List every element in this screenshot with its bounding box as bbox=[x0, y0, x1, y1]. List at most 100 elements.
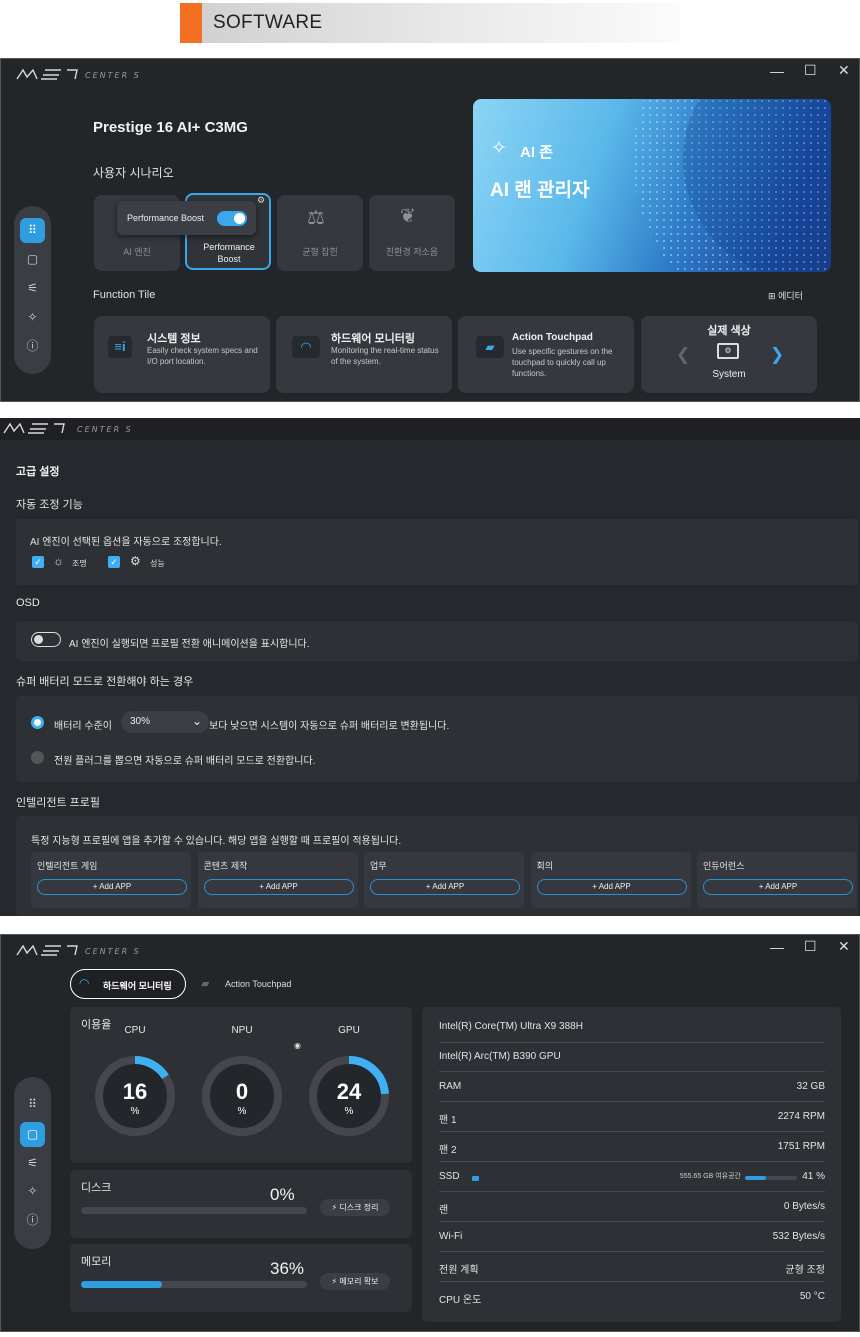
sidebar-hardware-icon[interactable]: ▢ bbox=[20, 247, 45, 272]
minimize-button[interactable]: — bbox=[770, 63, 784, 79]
chevron-right-icon[interactable]: ❯ bbox=[770, 345, 784, 365]
tile-title: 시스템 정보 bbox=[147, 333, 201, 345]
detail-value: 1751 RPM bbox=[777, 1141, 825, 1152]
minimize-button[interactable]: — bbox=[770, 939, 784, 955]
scenario-card-eco-silent[interactable]: ❦ 친환경 저소음 bbox=[369, 195, 455, 271]
lighting-checkbox[interactable]: ✓ bbox=[32, 556, 44, 568]
sidebar-settings-icon[interactable]: ⚟ bbox=[20, 1151, 45, 1176]
performance-label: 성능 bbox=[150, 559, 165, 568]
add-app-button[interactable]: + Add APP bbox=[536, 879, 687, 895]
memory-label: 메모리 bbox=[81, 1256, 112, 1268]
sparkle-icon: ✧ bbox=[491, 138, 507, 159]
add-app-label: Add APP bbox=[432, 882, 465, 891]
auto-adjust-title: 자동 조정 기능 bbox=[16, 499, 83, 511]
tile-action-touchpad[interactable]: ▰ Action Touchpad Use specific gestures … bbox=[458, 316, 634, 393]
gauge-value: 16 bbox=[122, 1079, 148, 1104]
divider bbox=[439, 1042, 825, 1043]
ai-zone-banner[interactable]: ✧ AI 존 AI 랜 관리자 bbox=[473, 99, 831, 272]
function-tile-title: Function Tile bbox=[93, 289, 156, 301]
system-info-icon: ≡i bbox=[108, 336, 132, 358]
battery-title: 슈퍼 배터리 모드로 전환해야 하는 경우 bbox=[16, 676, 194, 688]
sidebar-info-icon[interactable]: ⓘ bbox=[20, 334, 45, 359]
divider bbox=[439, 1131, 825, 1132]
performance-checkbox[interactable]: ✓ bbox=[108, 556, 120, 568]
tile-title: 하드웨어 모니터링 bbox=[331, 333, 416, 345]
detail-value: 50 °C bbox=[799, 1291, 825, 1302]
profile-desc: 특정 지능형 프로필에 앱을 추가할 수 있습니다. 해당 앱을 실행할 때 프… bbox=[31, 836, 402, 847]
scenario-card-balanced[interactable]: ⚖ 균형 잡힌 bbox=[277, 195, 363, 271]
battery-level-radio[interactable] bbox=[31, 716, 44, 729]
title-bar: CENTER S — ☐ ✕ bbox=[1, 935, 859, 963]
tile-desc: Use specific gestures on the touchpad to… bbox=[512, 347, 613, 378]
sidebar-home-icon[interactable]: ⠿ bbox=[20, 1092, 45, 1117]
close-button[interactable]: ✕ bbox=[838, 62, 850, 79]
auto-adjust-desc: AI 엔진이 선택된 옵션을 자동으로 조정합니다. bbox=[30, 537, 222, 548]
tile-true-color[interactable]: 실제 색상 ❮ ⚙ System ❯ bbox=[641, 316, 817, 393]
profile-card: 인듀어런스 + Add APP bbox=[697, 852, 857, 908]
plus-icon: + bbox=[425, 882, 431, 891]
intelligent-profile-panel: 특정 지능형 프로필에 앱을 추가할 수 있습니다. 해당 앱을 실행할 때 프… bbox=[16, 816, 858, 916]
tile-system-info[interactable]: ≡i 시스템 정보 Easily check system specs and … bbox=[94, 316, 270, 393]
maximize-button[interactable]: ☐ bbox=[804, 938, 817, 955]
ai-zone-label: AI 존 bbox=[520, 144, 553, 161]
add-app-button[interactable]: + Add APP bbox=[37, 879, 187, 895]
gauge-unit: % bbox=[344, 1106, 354, 1117]
battery-level-value: 30% bbox=[130, 716, 151, 727]
add-app-label: Add APP bbox=[765, 882, 798, 891]
sidebar-info-icon[interactable]: ⓘ bbox=[20, 1208, 45, 1233]
detail-label: 팬 2 bbox=[439, 1145, 457, 1156]
plus-icon: + bbox=[259, 882, 264, 891]
title-bar: CENTER S — ☐ ✕ bbox=[1, 59, 859, 87]
maximize-button[interactable]: ☐ bbox=[804, 62, 817, 79]
divider bbox=[439, 1161, 825, 1162]
memory-free-button[interactable]: ⚡ 메모리 확보 bbox=[320, 1273, 390, 1290]
memory-usage-bar bbox=[81, 1281, 307, 1288]
battery-opt2: 전원 플러그를 뽑으면 자동으로 슈퍼 배터리 모드로 전환합니다. bbox=[54, 756, 316, 767]
add-app-button[interactable]: + Add APP bbox=[203, 879, 354, 895]
close-button[interactable]: ✕ bbox=[838, 938, 850, 955]
msi-center-window-home: CENTER S — ☐ ✕ ⠿ ▢ ⚟ ✧ ⓘ Prestige 16 AI+… bbox=[0, 58, 860, 402]
memory-usage-fill bbox=[81, 1281, 163, 1288]
profile-card: 인텔리전트 게임 + Add APP bbox=[31, 852, 191, 908]
sidebar-hardware-icon[interactable]: ▢ bbox=[20, 1122, 45, 1147]
battery-level-select[interactable]: 30% ⌄ bbox=[121, 711, 209, 733]
detail-value: 532 Bytes/s bbox=[772, 1231, 825, 1242]
divider bbox=[439, 1281, 825, 1282]
add-app-label: Add APP bbox=[598, 882, 631, 891]
tab-hardware-monitoring[interactable]: ◠ 하드웨어 모니터링 bbox=[70, 969, 186, 999]
sidebar-settings-icon[interactable]: ⚟ bbox=[20, 276, 45, 301]
unplug-radio[interactable] bbox=[31, 751, 44, 764]
sidebar-ai-icon[interactable]: ✧ bbox=[20, 305, 45, 330]
sidebar-home-icon[interactable]: ⠿ bbox=[20, 218, 45, 243]
profile-label: 콘텐츠 제작 bbox=[203, 861, 248, 871]
profile-label: 회의 bbox=[536, 861, 554, 871]
gear-icon[interactable]: ⚙ bbox=[257, 195, 265, 206]
memory-free-label: 메모리 확보 bbox=[339, 1277, 379, 1286]
title-bar: CENTER S bbox=[0, 418, 860, 440]
tab-label: 하드웨어 모니터링 bbox=[103, 981, 172, 991]
disk-cleanup-label: 디스크 정리 bbox=[339, 1203, 379, 1212]
leaf-icon: ❦ bbox=[400, 206, 416, 227]
disk-cleanup-button[interactable]: ⚡ 디스크 정리 bbox=[320, 1199, 390, 1216]
add-app-button[interactable]: + Add APP bbox=[703, 879, 853, 895]
battery-opt1-pre: 배터리 수준이 bbox=[54, 721, 112, 732]
osd-desc: AI 엔진이 실행되면 프로필 전환 애니메이션을 표시합니다. bbox=[69, 639, 310, 650]
eye-icon[interactable]: ◉ bbox=[294, 1041, 301, 1050]
profile-card: 콘텐츠 제작 + Add APP bbox=[197, 852, 358, 908]
performance-boost-toggle[interactable] bbox=[217, 211, 247, 226]
chevron-left-icon[interactable]: ❮ bbox=[676, 345, 690, 365]
tile-hardware-monitoring[interactable]: ◠ 하드웨어 모니터링 Monitoring the real-time sta… bbox=[276, 316, 452, 393]
sidebar-ai-icon[interactable]: ✧ bbox=[20, 1179, 45, 1204]
scenario-label: 친환경 저소음 bbox=[385, 247, 439, 257]
osd-toggle[interactable] bbox=[31, 632, 61, 647]
add-app-button[interactable]: + Add APP bbox=[370, 879, 520, 895]
software-banner: SOFTWARE bbox=[180, 3, 680, 43]
lightning-icon: ⚡ bbox=[331, 1277, 338, 1286]
speedometer-icon: ◠ bbox=[79, 976, 90, 990]
profile-card: 회의 + Add APP bbox=[530, 852, 691, 908]
scenario-label: Performance Boost bbox=[203, 242, 255, 264]
detail-label: 팬 1 bbox=[439, 1115, 457, 1126]
tile-desc: Easily check system specs and I/O port l… bbox=[147, 346, 258, 366]
monitor-icon: ⚙ bbox=[717, 343, 739, 359]
editor-button[interactable]: ⊞ 에디터 bbox=[768, 289, 803, 302]
